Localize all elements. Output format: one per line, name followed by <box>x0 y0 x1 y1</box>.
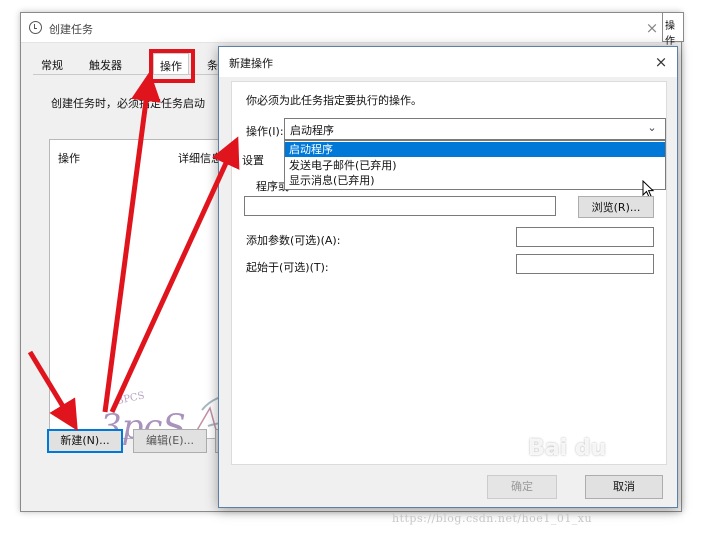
svg-text:3PCS: 3PCS <box>116 390 145 407</box>
dropdown-option-start-program[interactable]: 启动程序 <box>285 142 665 157</box>
arguments-input[interactable] <box>516 227 654 247</box>
dialog-titlebar: 新建操作 × <box>219 47 677 77</box>
settings-label: 设置 <box>242 154 264 167</box>
tab-general[interactable]: 常规 <box>35 53 69 75</box>
action-select-value: 启动程序 <box>290 124 334 137</box>
action-label: 操作(I): <box>246 125 284 138</box>
blog-url-watermark: https://blog.csdn.net/hoe1_01_xu <box>392 512 593 525</box>
column-header-action[interactable]: 操作 <box>58 150 80 166</box>
action-instruction: 你必须为此任务指定要执行的操作。 <box>246 94 422 107</box>
actions-list[interactable]: 操作 详细信息 3PCS 3pcS <box>49 139 255 447</box>
tab-triggers[interactable]: 触发器 <box>83 53 128 75</box>
action-dropdown-list[interactable]: 启动程序 发送电子邮件(已弃用) 显示消息(已弃用) <box>284 140 666 190</box>
jingyan-watermark: 经验 <box>612 444 637 458</box>
dropdown-option-send-email[interactable]: 发送电子邮件(已弃用) <box>285 158 665 173</box>
start-in-input[interactable] <box>516 254 654 274</box>
start-in-label: 起始于(可选)(T): <box>246 261 329 274</box>
background-window-edge: 操作 <box>662 12 684 47</box>
program-script-input[interactable] <box>244 196 556 216</box>
clock-icon <box>29 21 42 34</box>
dropdown-option-display-message[interactable]: 显示消息(已弃用) <box>285 173 665 188</box>
tab-highlight-box <box>149 49 195 83</box>
browse-button[interactable]: 浏览(R)... <box>578 196 654 218</box>
task-instruction: 创建任务时，必须指定任务启动 <box>51 97 205 110</box>
dialog-title: 新建操作 <box>229 57 273 70</box>
window-titlebar: 创建任务 × <box>21 13 681 43</box>
arguments-label: 添加参数(可选)(A): <box>246 234 341 247</box>
column-header-details[interactable]: 详细信息 <box>178 150 222 166</box>
ok-button[interactable]: 确定 <box>487 475 557 499</box>
close-icon[interactable]: × <box>641 18 663 38</box>
new-action-button[interactable]: 新建(N)... <box>47 429 123 453</box>
action-select[interactable]: 启动程序 ⌄ <box>284 118 666 140</box>
baidu-watermark: Bai du <box>528 436 607 461</box>
window-title: 创建任务 <box>49 23 93 36</box>
edit-action-button[interactable]: 编辑(E)... <box>133 429 207 453</box>
edge-label: 操作 <box>665 21 675 47</box>
dialog-body: 你必须为此任务指定要执行的操作。 操作(I): 启动程序 ⌄ 设置 程序或 启动… <box>231 81 667 465</box>
new-action-dialog: 新建操作 × 你必须为此任务指定要执行的操作。 操作(I): 启动程序 ⌄ 设置… <box>218 46 678 508</box>
chevron-down-icon[interactable]: ⌄ <box>645 121 659 137</box>
close-icon[interactable]: × <box>649 51 673 73</box>
cancel-button[interactable]: 取消 <box>585 475 663 499</box>
